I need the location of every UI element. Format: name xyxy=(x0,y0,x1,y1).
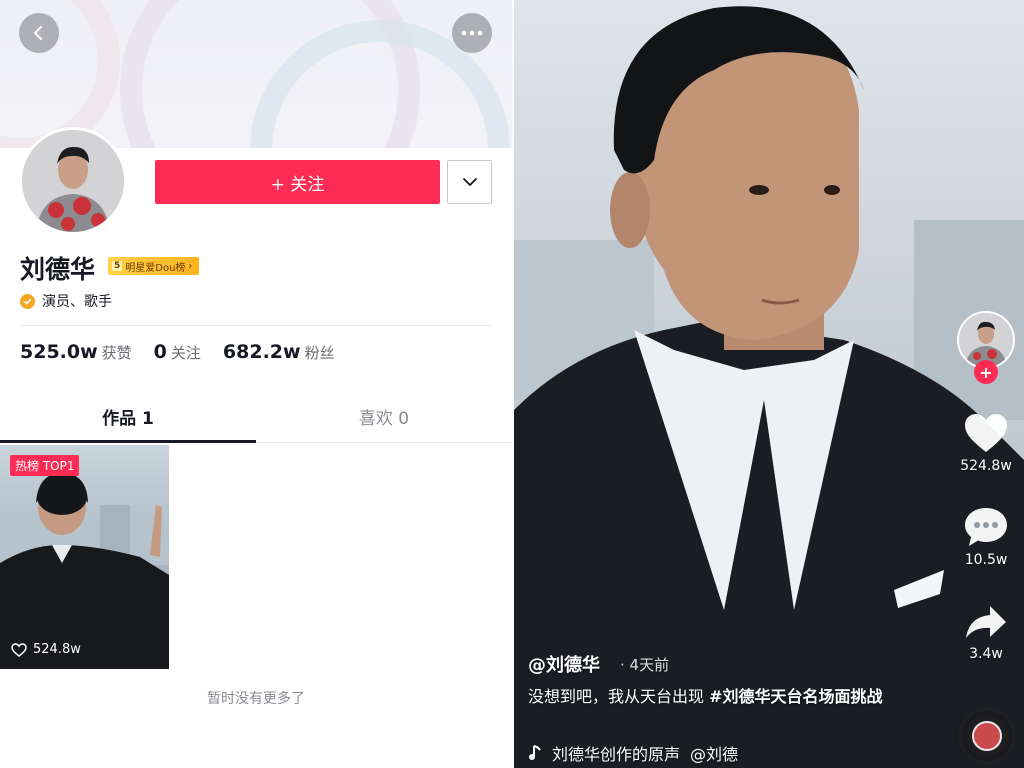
tab-likes[interactable]: 喜欢 0 xyxy=(256,404,512,429)
star-rank-badge[interactable]: 5 明星爱Dou榜 › xyxy=(108,257,200,275)
more-options-button[interactable] xyxy=(452,13,492,53)
profile-name: 刘德华 xyxy=(20,255,96,284)
rank-number: 5 xyxy=(112,261,123,271)
stat-following[interactable]: 0 关注 xyxy=(154,341,201,363)
back-button[interactable] xyxy=(19,13,59,53)
rank-label: 明星爱Dou榜 xyxy=(125,262,186,274)
profile-banner xyxy=(0,0,512,148)
active-tab-indicator xyxy=(0,440,256,443)
video-player[interactable]: + 524.8w 10.5w 3.4w @刘德华 · 4天前 没想到吧，我从天台… xyxy=(514,0,1024,768)
caption-hashtag[interactable]: #刘德华天台名场面挑战 xyxy=(709,687,882,706)
recommend-dropdown-button[interactable] xyxy=(447,160,492,204)
verify-text: 演员、歌手 xyxy=(42,294,112,310)
stat-label: 粉丝 xyxy=(304,344,335,362)
like-action[interactable]: 524.8w xyxy=(949,412,1023,474)
avatar-image xyxy=(22,130,124,232)
like-count: 524.8w xyxy=(960,458,1012,474)
share-arrow-icon xyxy=(966,606,1006,638)
comment-icon xyxy=(965,508,1007,546)
thumbnail-likes: 524.8w xyxy=(11,642,81,657)
music-note-icon xyxy=(529,745,541,760)
heart-outline-icon xyxy=(11,642,27,657)
thumbnail-image xyxy=(0,473,169,669)
stat-followers[interactable]: 682.2w 粉丝 xyxy=(223,341,335,363)
follow-button-label: + 关注 xyxy=(270,174,325,195)
caption-text: 没想到吧，我从天台出现 xyxy=(528,687,710,706)
heart-icon xyxy=(965,414,1007,452)
music-author: @刘德 xyxy=(690,745,739,764)
divider xyxy=(20,325,492,326)
share-count: 3.4w xyxy=(969,646,1003,662)
music-info[interactable]: 刘德华创作的原声 @刘德 xyxy=(528,741,738,765)
caption-time: · 4天前 xyxy=(620,656,670,674)
follow-button[interactable]: + 关注 xyxy=(155,160,440,204)
stat-label: 关注 xyxy=(170,344,201,362)
stat-num: 682.2w xyxy=(222,341,301,363)
rank-arrow: › xyxy=(188,260,193,272)
follow-plus-button[interactable]: + xyxy=(974,360,998,384)
verified-check-icon xyxy=(20,293,35,309)
music-title: 刘德华创作的原声 xyxy=(552,745,681,764)
comment-count: 10.5w xyxy=(964,552,1008,568)
no-more-text: 暂时没有更多了 xyxy=(207,691,305,707)
profile-avatar[interactable] xyxy=(19,127,127,235)
screen: + 关注 刘德华 5 明星爱Dou榜 › 演员、歌手 525.0w 获赞 0 关 xyxy=(0,0,1024,768)
tab-works[interactable]: 作品 1 xyxy=(0,404,256,429)
caption: 没想到吧，我从天台出现 #刘德华天台名场面挑战 xyxy=(528,684,908,709)
thumbnail-likes-count: 524.8w xyxy=(33,642,81,657)
stat-num: 0 xyxy=(153,341,167,363)
video-thumbnail[interactable]: 热榜 TOP1 524.8w xyxy=(0,445,169,669)
chevron-down-icon xyxy=(462,178,477,186)
profile-stats: 525.0w 获赞 0 关注 682.2w 粉丝 xyxy=(20,341,335,363)
verification: 演员、歌手 xyxy=(20,291,112,311)
share-action[interactable]: 3.4w xyxy=(949,604,1023,662)
disc-cover xyxy=(972,721,1002,751)
stat-label: 获赞 xyxy=(101,344,132,362)
chevron-left-icon xyxy=(33,25,43,41)
music-disc[interactable] xyxy=(959,708,1015,764)
stat-num: 525.0w xyxy=(20,341,98,363)
caption-author[interactable]: @刘德华 xyxy=(528,651,600,677)
comment-action[interactable]: 10.5w xyxy=(949,506,1023,568)
hot-rank-badge: 热榜 TOP1 xyxy=(10,455,80,476)
profile-page: + 关注 刘德华 5 明星爱Dou榜 › 演员、歌手 525.0w 获赞 0 关 xyxy=(0,0,512,768)
avatar-image xyxy=(959,313,1013,367)
stat-likes[interactable]: 525.0w 获赞 xyxy=(20,341,132,363)
ellipsis-icon xyxy=(461,30,483,36)
